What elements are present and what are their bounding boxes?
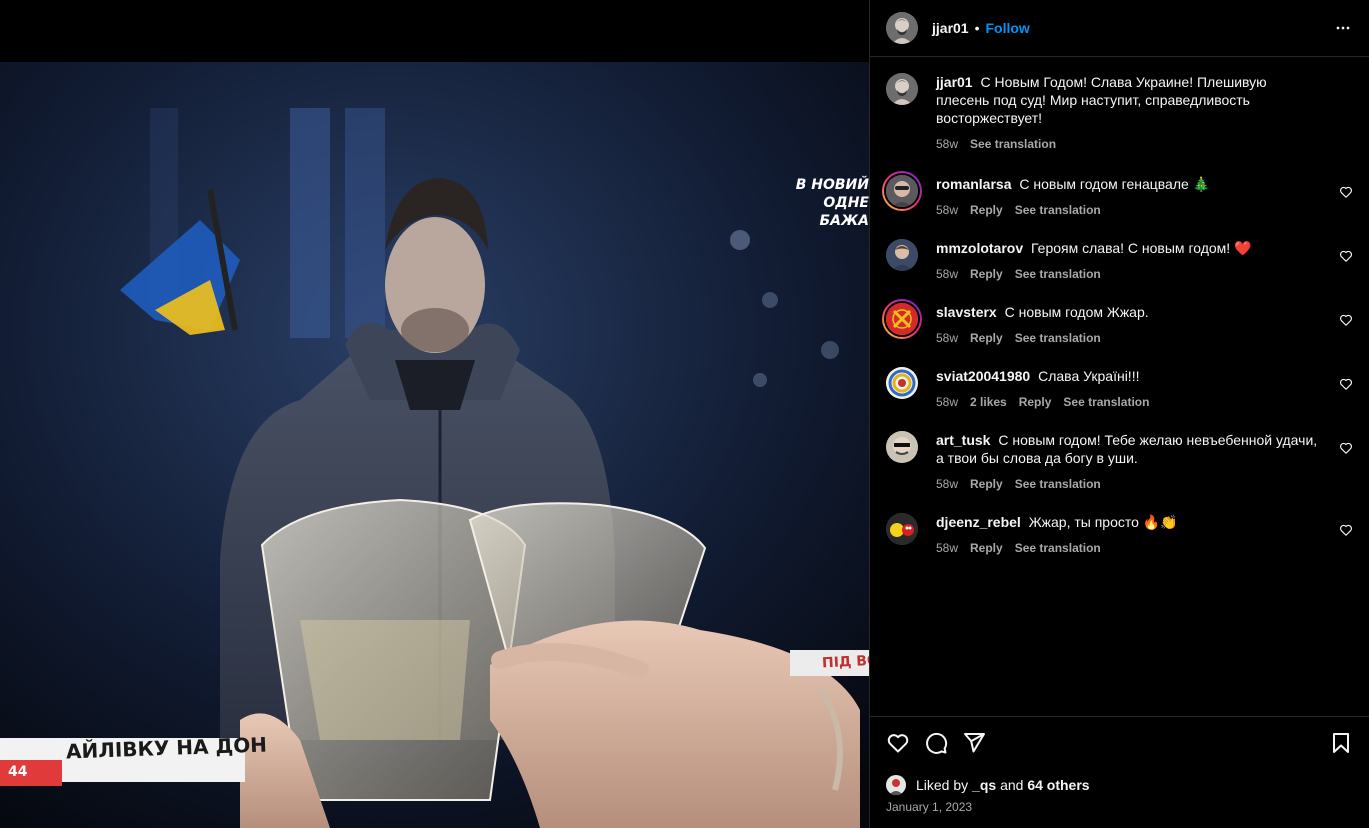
comment-text: С новым годом! Тебе желаю невъебенной уд…: [936, 432, 1318, 466]
comment-text: Жжар, ты просто 🔥👏: [1028, 514, 1178, 530]
reply-button[interactable]: Reply: [970, 201, 1003, 219]
comment-time[interactable]: 58w: [936, 393, 958, 411]
comment-time[interactable]: 58w: [936, 329, 958, 347]
like-comment-heart-icon[interactable]: [1339, 523, 1353, 537]
caption-username[interactable]: jjar01: [936, 74, 973, 90]
post-caption: jjar01 С Новым Годом! Слава Украине! Пле…: [886, 73, 1353, 153]
post-date[interactable]: January 1, 2023: [886, 800, 972, 814]
like-comment-heart-icon[interactable]: [1339, 377, 1353, 391]
like-heart-icon[interactable]: [886, 731, 910, 755]
see-translation-button[interactable]: See translation: [1015, 329, 1101, 347]
comment-time[interactable]: 58w: [936, 201, 958, 219]
post-header: jjar01 • Follow: [870, 0, 1369, 57]
tv-caption-line-2: ОДНЕ БАЖА: [819, 195, 869, 229]
comment-text: С новым годом Жжар.: [1004, 304, 1149, 320]
post-side-panel: jjar01 • Follow jjar01 С Новым Годом! Сл…: [869, 0, 1369, 828]
comment-time[interactable]: 58w: [936, 475, 958, 493]
comment-username[interactable]: romanlarsa: [936, 176, 1011, 192]
comment-text: С новым годом генацвале 🎄: [1019, 176, 1211, 192]
tv-caption-top: В НОВИЙ ОДНЕ БАЖА: [788, 176, 869, 230]
liked-by-row: Liked by _qs and 64 others: [886, 775, 1090, 795]
comments-list[interactable]: jjar01 С Новым Годом! Слава Украине! Пле…: [870, 57, 1369, 716]
liked-by-others[interactable]: 64 others: [1027, 777, 1089, 793]
comment-username[interactable]: djeenz_rebel: [936, 514, 1021, 530]
comment-avatar[interactable]: [886, 367, 918, 399]
follow-button[interactable]: Follow: [986, 20, 1030, 36]
post-actions: Liked by _qs and 64 others January 1, 20…: [870, 716, 1369, 828]
like-comment-heart-icon[interactable]: [1339, 441, 1353, 455]
author-username[interactable]: jjar01: [932, 20, 969, 36]
comment-item: mmzolotarov Героям слава! С новым годом!…: [886, 239, 1353, 283]
comment-text: Слава Україні!!!: [1038, 368, 1140, 384]
comment-username[interactable]: mmzolotarov: [936, 240, 1023, 256]
comment-username[interactable]: art_tusk: [936, 432, 990, 448]
comment-bubble-icon[interactable]: [924, 731, 948, 755]
see-translation-button[interactable]: See translation: [1015, 539, 1101, 557]
comment-avatar[interactable]: [886, 239, 918, 271]
tv-channel-logo: 44: [8, 764, 28, 780]
reply-button[interactable]: Reply: [970, 329, 1003, 347]
caption-time[interactable]: 58w: [936, 135, 958, 153]
more-horizontal-icon[interactable]: [1333, 18, 1353, 38]
comment-avatar[interactable]: [882, 299, 922, 339]
post-photo: [0, 0, 869, 828]
comment-likes-count[interactable]: 2 likes: [970, 393, 1007, 411]
action-buttons: [886, 731, 986, 755]
liked-by-avatar[interactable]: [886, 775, 906, 795]
like-comment-heart-icon[interactable]: [1339, 313, 1353, 327]
author-avatar[interactable]: [886, 12, 918, 44]
comment-item: sviat20041980 Слава Україні!!! 58w 2 lik…: [886, 367, 1353, 411]
see-translation-button[interactable]: See translation: [1063, 393, 1149, 411]
separator-dot: •: [974, 20, 980, 36]
see-translation-button[interactable]: See translation: [1015, 201, 1101, 219]
like-comment-heart-icon[interactable]: [1339, 185, 1353, 199]
liked-by-prefix: Liked by: [916, 777, 969, 793]
comment-avatar[interactable]: [882, 171, 922, 211]
liked-by-user[interactable]: _qs: [972, 777, 996, 793]
liked-by-and: and: [1000, 777, 1024, 793]
save-bookmark-icon[interactable]: [1329, 731, 1353, 755]
comment-avatar[interactable]: [886, 513, 918, 545]
comment-item: djeenz_rebel Жжар, ты просто 🔥👏 58w Repl…: [886, 513, 1353, 557]
post-media[interactable]: В НОВИЙ ОДНЕ БАЖА АЙЛІВКУ НА ДОН 44 ПІД …: [0, 0, 869, 828]
like-comment-heart-icon[interactable]: [1339, 249, 1353, 263]
share-send-icon[interactable]: [962, 731, 986, 755]
reply-button[interactable]: Reply: [1019, 393, 1052, 411]
comment-item: slavsterx С новым годом Жжар. 58w Reply …: [882, 299, 1353, 347]
comment-username[interactable]: sviat20041980: [936, 368, 1030, 384]
comment-avatar[interactable]: [886, 431, 918, 463]
comment-time[interactable]: 58w: [936, 539, 958, 557]
tv-ticker-right: ПІД ВО: [821, 652, 869, 672]
comment-item: romanlarsa С новым годом генацвале 🎄 58w…: [882, 171, 1353, 219]
comment-time[interactable]: 58w: [936, 265, 958, 283]
reply-button[interactable]: Reply: [970, 475, 1003, 493]
comment-item: art_tusk С новым годом! Тебе желаю невъе…: [886, 431, 1353, 493]
caption-text: С Новым Годом! Слава Украине! Плешивую п…: [936, 74, 1267, 126]
reply-button[interactable]: Reply: [970, 265, 1003, 283]
tv-caption-line-1: В НОВИЙ: [795, 177, 869, 193]
see-translation-button[interactable]: See translation: [1015, 475, 1101, 493]
caption-author-avatar[interactable]: [886, 73, 918, 105]
comment-username[interactable]: slavsterx: [936, 304, 997, 320]
see-translation-button[interactable]: See translation: [1015, 265, 1101, 283]
caption-see-translation[interactable]: See translation: [970, 135, 1056, 153]
comment-text: Героям слава! С новым годом! ❤️: [1031, 240, 1252, 256]
reply-button[interactable]: Reply: [970, 539, 1003, 557]
